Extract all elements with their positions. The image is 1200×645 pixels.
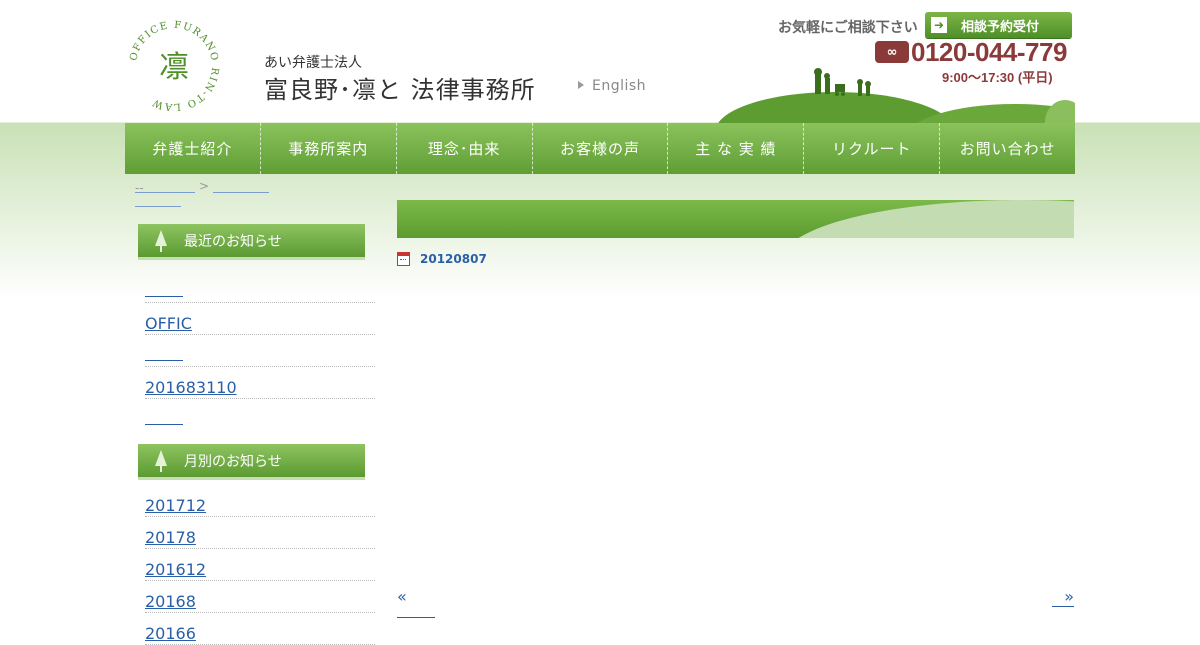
list-item: 201612 — [145, 549, 375, 581]
arrow-right-icon: ➜ — [931, 17, 947, 33]
post-date: 20120807 — [397, 252, 487, 266]
list-item: 201683110 — [145, 367, 375, 399]
monthly-news-heading-label: 月別のお知らせ — [184, 453, 282, 470]
nav-item-contact[interactable]: お問い合わせ — [940, 123, 1075, 174]
next-post-link[interactable]: » — [1052, 587, 1074, 607]
list-item: 20166 — [145, 613, 375, 645]
nav-item-recruit[interactable]: リクルート — [804, 123, 941, 174]
monthly-archive-link[interactable]: 20166 — [145, 624, 196, 643]
svg-text:凛: 凛 — [159, 50, 189, 85]
consult-button-label: 相談予約受付 — [961, 19, 1040, 35]
breadcrumb-separator: > — [199, 179, 210, 193]
monthly-archive-link[interactable]: 20178 — [145, 528, 196, 547]
english-link[interactable]: English — [578, 78, 646, 94]
recent-news-heading-label: 最近のお知らせ — [184, 233, 282, 250]
breadcrumb-category-link[interactable] — [213, 181, 270, 193]
prev-post-link[interactable]: « — [397, 587, 407, 606]
triangle-right-icon — [578, 81, 584, 89]
consult-booking-button[interactable]: ➜ 相談予約受付 — [925, 12, 1072, 38]
monthly-archive-link[interactable]: 201712 — [145, 496, 206, 515]
main-nav: 弁護士紹介 事務所案内 理念･由来 お客様の声 主 な 実 績 リクルート お問… — [125, 123, 1075, 174]
phone-number: 0120-044-779 — [911, 36, 1067, 67]
post-date-value: 20120807 — [420, 252, 487, 266]
monthly-news-list: 201712 20178 201612 20168 20166 — [145, 491, 375, 645]
nav-item-lawyers[interactable]: 弁護士紹介 — [125, 123, 261, 174]
monthly-news-heading: 月別のお知らせ — [138, 444, 365, 480]
tree-icon — [155, 229, 167, 252]
monthly-archive-link[interactable]: 201612 — [145, 560, 206, 579]
title-bar-curve — [782, 200, 1074, 238]
breadcrumb-home-label: -- — [135, 181, 144, 195]
recent-news-link[interactable] — [145, 423, 183, 425]
recent-news-link[interactable]: OFFIC — [145, 314, 192, 333]
breadcrumb: -- > — [135, 179, 270, 195]
org-subtitle: あい弁護士法人 — [264, 55, 362, 71]
breadcrumb-current — [135, 196, 181, 207]
phone-number-block[interactable]: ∞ 0120-044-779 — [875, 37, 1067, 67]
prev-post-underline — [397, 617, 435, 618]
recent-news-link-label: 201683110 — [145, 378, 237, 397]
hills-family-illustration — [717, 68, 1075, 124]
list-item: 20178 — [145, 517, 375, 549]
tree-icon — [155, 449, 167, 472]
post-title-bar — [397, 200, 1074, 238]
english-link-label: English — [592, 78, 647, 94]
recent-news-link[interactable]: 201683110 — [145, 378, 309, 397]
nav-item-testimonials[interactable]: お客様の声 — [533, 123, 669, 174]
nav-item-philosophy[interactable]: 理念･由来 — [397, 123, 533, 174]
org-name[interactable]: 富良野･凛と 法律事務所 — [264, 70, 536, 105]
list-item — [145, 271, 375, 303]
list-item: 20168 — [145, 581, 375, 613]
recent-news-heading: 最近のお知らせ — [138, 224, 365, 260]
list-item — [145, 399, 375, 430]
breadcrumb-home-link[interactable]: -- — [135, 181, 195, 195]
calendar-icon — [397, 252, 410, 266]
monthly-archive-link[interactable]: 20168 — [145, 592, 196, 611]
list-item — [145, 335, 375, 367]
nav-item-office[interactable]: 事務所案内 — [261, 123, 397, 174]
freedial-icon: ∞ — [875, 41, 909, 63]
list-item: 201712 — [145, 491, 375, 517]
consult-text: お気軽にご相談下さい — [778, 20, 918, 36]
recent-news-link[interactable] — [145, 295, 183, 297]
recent-news-link[interactable] — [145, 359, 183, 361]
nav-item-achievements[interactable]: 主 な 実 績 — [668, 123, 805, 174]
recent-news-list: OFFIC 201683110 — [145, 271, 375, 430]
office-seal-logo: OFFICE FURANO RIN-TO LAW 凛 — [128, 20, 218, 112]
list-item: OFFIC — [145, 303, 375, 335]
